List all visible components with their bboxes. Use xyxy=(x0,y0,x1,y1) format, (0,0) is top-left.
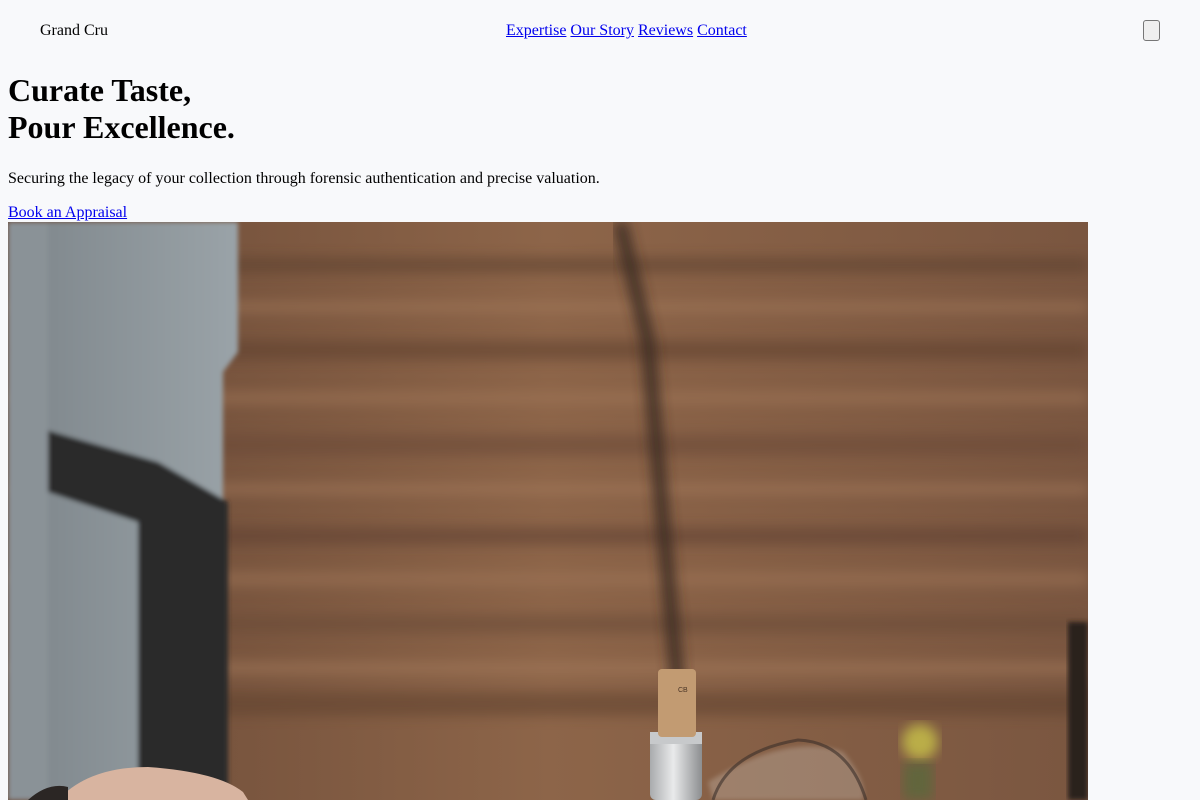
hero-section: Curate Taste, Pour Excellence. Securing … xyxy=(8,72,1192,187)
nav-link-contact[interactable]: Contact xyxy=(697,22,747,39)
brand-logo[interactable]: Grand Cru xyxy=(40,21,108,40)
hero-title-line-1: Curate Taste, xyxy=(8,72,192,108)
hero-photo: CB xyxy=(8,222,1088,800)
hero-subtitle: Securing the legacy of your collection t… xyxy=(8,170,600,187)
book-appraisal-link[interactable]: Book an Appraisal xyxy=(8,203,127,222)
hero-title: Curate Taste, Pour Excellence. xyxy=(8,72,1192,146)
nav-link-reviews[interactable]: Reviews xyxy=(638,22,693,39)
main-nav: Expertise Our Story Reviews Contact xyxy=(506,21,747,40)
site-header: Grand Cru Expertise Our Story Reviews Co… xyxy=(0,0,1200,62)
svg-text:CB: CB xyxy=(678,687,688,694)
nav-link-expertise[interactable]: Expertise xyxy=(506,22,566,39)
menu-toggle-button[interactable] xyxy=(1143,20,1160,41)
hero-title-line-2: Pour Excellence. xyxy=(8,109,235,145)
nav-link-our-story[interactable]: Our Story xyxy=(570,22,634,39)
